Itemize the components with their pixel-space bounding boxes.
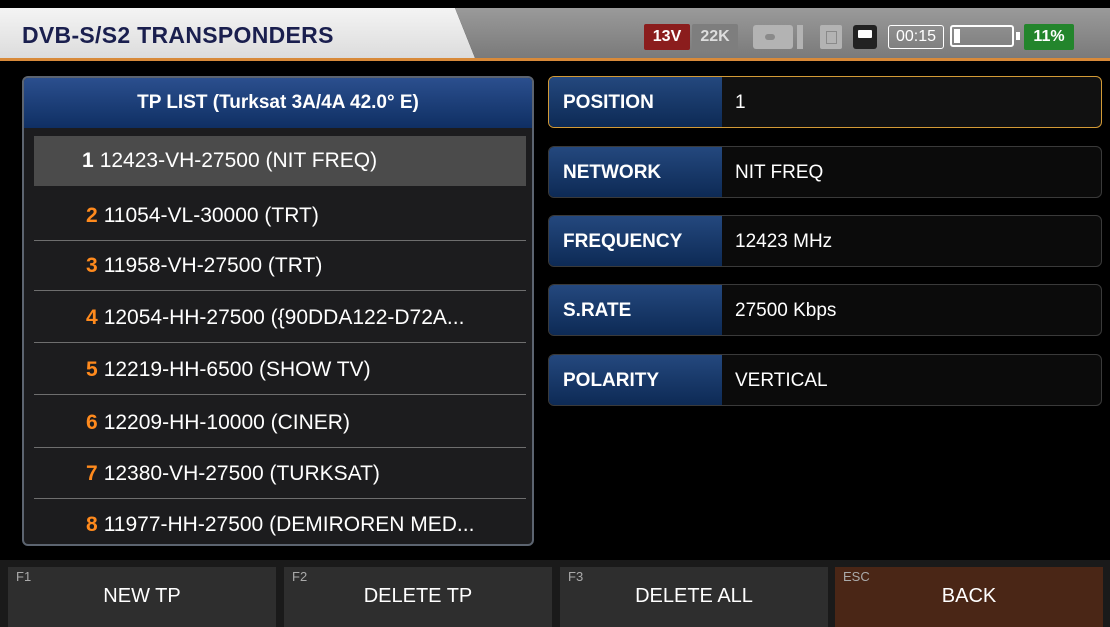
new-tp-button[interactable]: F1 NEW TP	[8, 567, 276, 627]
delete-tp-label: DELETE TP	[363, 585, 473, 607]
delete-tp-button[interactable]: F2 DELETE TP	[284, 567, 552, 627]
tp-number: 7	[86, 462, 98, 485]
frequency-label: FREQUENCY	[549, 216, 722, 266]
page-title: DVB-S/S2 TRANSPONDERS	[22, 22, 334, 48]
tp-list-item[interactable]: 3 11958-VH-27500 (TRT)	[34, 241, 526, 291]
frequency-value: 12423 MHz	[735, 231, 833, 252]
f3-key-label: F3	[568, 569, 584, 584]
tp-list-panel: TP LIST (Turksat 3A/4A 42.0° E) 1 12423-V…	[22, 76, 534, 546]
tp-list-item[interactable]: 1 12423-VH-27500 (NIT FREQ)	[34, 136, 526, 186]
battery-tip	[1016, 32, 1020, 40]
tp-list-title: TP LIST (Turksat 3A/4A 42.0° E)	[24, 78, 532, 128]
tp-list-item[interactable]: 5 12219-HH-6500 (SHOW TV)	[34, 345, 526, 395]
tp-label: 12423-VH-27500 (NIT FREQ)	[99, 149, 378, 172]
tp-list-item[interactable]: 8 11977-HH-27500 (DEMIROREN MED...	[34, 500, 526, 544]
f1-key-label: F1	[16, 569, 32, 584]
f2-key-label: F2	[292, 569, 308, 584]
lnb-icon	[753, 25, 793, 49]
tp-label: 12380-VH-27500 (TURKSAT)	[103, 462, 380, 485]
header-divider	[0, 58, 1110, 61]
battery-percent: 11%	[1024, 24, 1074, 50]
polarity-value: VERTICAL	[735, 370, 828, 391]
chat-icon	[853, 25, 877, 49]
back-label: BACK	[941, 585, 997, 607]
tp-label: 11977-HH-27500 (DEMIROREN MED...	[103, 513, 475, 536]
card-icon	[820, 25, 842, 49]
lnb-indicator-icon	[797, 25, 803, 49]
tp-list-item[interactable]: 7 12380-VH-27500 (TURKSAT)	[34, 449, 526, 499]
srate-label: S.RATE	[549, 285, 722, 335]
srate-value: 27500 Kbps	[735, 300, 837, 321]
tp-number: 6	[86, 411, 98, 434]
battery-level-fill	[954, 29, 960, 43]
position-field[interactable]: POSITION 1	[548, 76, 1102, 128]
polarity-label: POLARITY	[549, 355, 722, 405]
battery-icon	[950, 25, 1014, 47]
tp-label: 11958-VH-27500 (TRT)	[103, 254, 323, 277]
esc-key-label: ESC	[843, 569, 870, 584]
tp-label: 11054-VL-30000 (TRT)	[103, 204, 319, 227]
voltage-badge: 13V	[644, 24, 690, 50]
header-bar: DVB-S/S2 TRANSPONDERS 13V 22K 00:15 11%	[0, 0, 1110, 62]
tp-number: 2	[86, 204, 98, 227]
tp-number: 1	[82, 149, 94, 172]
tp-list-item[interactable]: 2 11054-VL-30000 (TRT)	[34, 191, 526, 241]
tp-number: 5	[86, 358, 98, 381]
tp-list-item[interactable]: 6 12209-HH-10000 (CINER)	[34, 398, 526, 448]
tp-label: 12054-HH-27500 ({90DDA122-D72A...	[103, 306, 465, 329]
polarity-field[interactable]: POLARITY VERTICAL	[548, 354, 1102, 406]
tone-badge: 22K	[692, 24, 738, 50]
new-tp-label: NEW TP	[103, 585, 181, 607]
tp-list-item[interactable]: 4 12054-HH-27500 ({90DDA122-D72A...	[34, 293, 526, 343]
delete-all-button[interactable]: F3 DELETE ALL	[560, 567, 828, 627]
back-button[interactable]: ESC BACK	[835, 567, 1103, 627]
srate-field[interactable]: S.RATE 27500 Kbps	[548, 284, 1102, 336]
clock: 00:15	[888, 25, 944, 49]
position-label: POSITION	[549, 77, 722, 127]
tp-label: 12219-HH-6500 (SHOW TV)	[103, 358, 371, 381]
tp-number: 4	[86, 306, 98, 329]
frequency-field[interactable]: FREQUENCY 12423 MHz	[548, 215, 1102, 267]
tp-label: 12209-HH-10000 (CINER)	[103, 411, 350, 434]
network-value: NIT FREQ	[735, 162, 824, 183]
position-value: 1	[735, 92, 746, 113]
tp-number: 3	[86, 254, 98, 277]
network-field[interactable]: NETWORK NIT FREQ	[548, 146, 1102, 198]
network-label: NETWORK	[549, 147, 722, 197]
delete-all-label: DELETE ALL	[635, 585, 753, 607]
tp-number: 8	[86, 513, 98, 536]
